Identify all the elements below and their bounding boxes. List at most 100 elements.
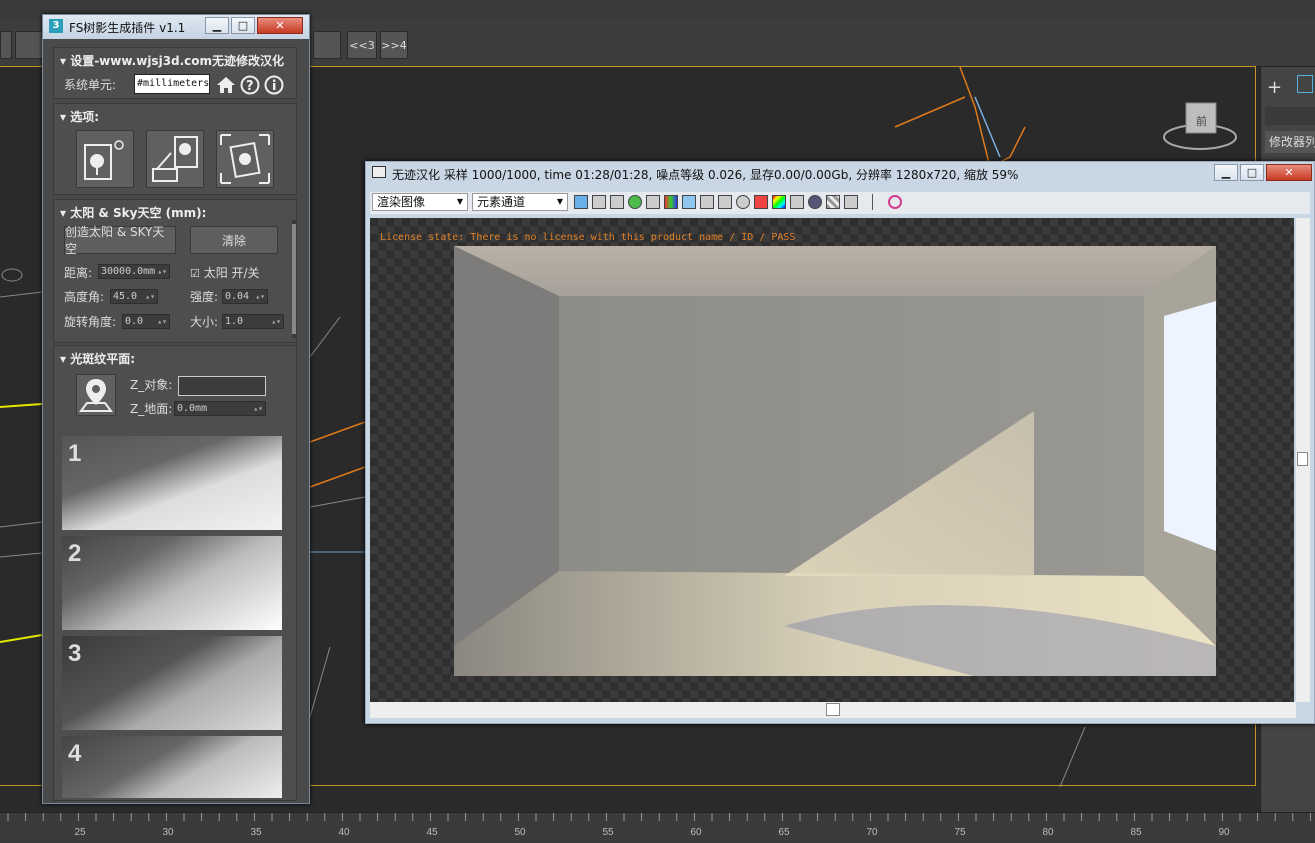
distance-spinner[interactable]: 30000.0mm ▴▾ [98,264,170,279]
rotation-spinner[interactable]: 0.0 ▴▾ [122,314,170,329]
unit-field[interactable]: #millimeters [134,74,210,94]
spinner-arrows-icon[interactable]: ▴▾ [271,315,281,328]
region-icon[interactable] [718,195,732,209]
render-window: 无迹汉化 采样 1000/1000, time 01:28/01:28, 噪点等… [365,161,1315,724]
ruler-tick-label: 55 [602,827,614,838]
minimize-icon[interactable]: ▁ [1214,164,1238,181]
rollout-scrollbar-thumb[interactable] [292,224,296,334]
clone-icon[interactable] [646,195,660,209]
shadow-thumbnail-4[interactable]: 4 [62,736,282,798]
caustics-header[interactable]: ▾ 光斑纹平面: [60,350,135,367]
pick-location-button[interactable] [76,374,116,416]
ruler-ticks [7,813,1311,821]
shadow-thumbnail-1[interactable]: 1 [62,436,282,530]
vertical-scrollbar[interactable] [1296,218,1310,702]
chevron-down-icon: ▼ [556,197,563,206]
channel-dropdown[interactable]: 渲染图像 ▼ [372,193,468,211]
minimize-icon[interactable]: ▁ [205,17,229,34]
rollout-scrollbar[interactable] [292,220,296,338]
options-header[interactable]: ▾ 选项: [60,108,99,125]
intensity-label: 强度: [190,290,219,304]
nav-next-button[interactable]: >>4 [380,31,408,59]
vertical-scroll-thumb[interactable] [1297,452,1308,466]
sun-toggle[interactable]: ☑ 太阳 开/关 [190,264,260,281]
close-icon[interactable]: ✕ [257,17,303,34]
save-all-icon[interactable] [592,195,606,209]
info-icon[interactable] [264,75,284,95]
host-toolbar-button[interactable] [313,31,341,59]
render-canvas[interactable]: License state: There is no license with … [370,218,1294,702]
spinner-arrows-icon[interactable]: ▴▾ [253,402,263,415]
checkbox-checked-icon[interactable]: ☑ [190,267,200,280]
spinner-arrows-icon[interactable]: ▴▾ [157,265,167,278]
altitude-label: 高度角: [64,290,105,304]
chevron-down-icon: ▼ [456,197,463,206]
create-sun-sky-button[interactable]: 创造太阳 & SKY天空 [64,225,176,256]
tree-sun-button[interactable] [76,130,134,188]
rgb-channels-icon[interactable] [664,195,678,209]
maximize-icon[interactable]: □ [1240,164,1264,181]
copy-icon[interactable] [610,195,624,209]
size-spinner[interactable]: 1.0 ▴▾ [222,314,284,329]
horizontal-scroll-thumb[interactable] [826,703,840,716]
caustic-plane-rollout: ▾ 光斑纹平面: Z_对象: Z_地面: 0.0mm ▴▾ 1 2 3 4 [53,345,297,801]
alpha-checker-icon[interactable] [826,195,840,209]
ruler-tick-label: 30 [162,827,174,838]
help-icon[interactable]: ? [240,75,260,95]
lock-icon[interactable] [844,195,858,209]
modifier-list-dropdown[interactable]: 修改器列 [1265,131,1315,153]
shadow-thumbnail-3[interactable]: 3 [62,636,282,730]
ruler-tick-label: 75 [954,827,966,838]
refresh-green-icon[interactable] [628,195,642,209]
z-object-picker[interactable] [178,376,266,396]
settings-header[interactable]: ▾ 设置-www.wjsj3d.com无迹修改汉化 [60,52,284,69]
timeline-ruler[interactable]: 25 30 35 40 45 50 55 60 65 70 75 80 85 9… [0,812,1315,843]
shadow-thumbnail-2[interactable]: 2 [62,536,282,630]
ruler-tick-label: 70 [866,827,878,838]
horizontal-scrollbar[interactable] [370,702,1296,718]
z-ground-spinner[interactable]: 0.0mm ▴▾ [174,401,266,416]
spinner-arrows-icon[interactable]: ▴▾ [255,290,265,303]
render-toolbar: 渲染图像 ▼ 元素通道 ▼ [370,192,1310,214]
render-titlebar[interactable]: 无迹汉化 采样 1000/1000, time 01:28/01:28, 噪点等… [366,162,1314,184]
target-icon[interactable] [736,195,750,209]
nav-prev-button[interactable]: <<3 [347,31,377,59]
plugin-titlebar[interactable]: 3 FS树影生成插件 v1.1 ▁ □ ✕ [43,15,309,39]
altitude-value: 45.0 [113,291,138,302]
host-toolbar-button[interactable] [15,31,43,59]
intensity-spinner[interactable]: 0.04 ▴▾ [222,289,268,304]
close-icon[interactable]: ✕ [1266,164,1312,181]
clear-button[interactable]: 清除 [190,226,278,254]
crop-icon[interactable] [754,195,768,209]
expand-tree-button[interactable] [216,130,274,188]
maximize-icon[interactable]: □ [231,17,255,34]
create-tab-icon[interactable]: + [1267,77,1282,98]
zoom-icon[interactable] [790,195,804,209]
color-correct-icon[interactable] [772,195,786,209]
ruler-tick-label: 40 [338,827,350,838]
ruler-tick-label: 35 [250,827,262,838]
element-dropdown[interactable]: 元素通道 ▼ [472,193,568,211]
host-toolbar-button[interactable] [0,31,12,59]
save-image-icon[interactable] [574,195,588,209]
sun-header[interactable]: ▾ 太阳 & Sky天空 (mm): [60,204,206,221]
modify-tab-icon[interactable] [1297,75,1313,93]
distance-value: 30000.0mm [101,266,156,277]
rerender-icon[interactable] [888,195,902,209]
spinner-arrows-icon[interactable]: ▴▾ [157,315,167,328]
spinner-arrows-icon[interactable]: ▴▾ [145,290,155,303]
render-title: 无迹汉化 采样 1000/1000, time 01:28/01:28, 噪点等… [392,168,1019,182]
altitude-spinner[interactable]: 45.0 ▴▾ [110,289,158,304]
z-ground-label: Z_地面: [130,402,173,416]
db-icon[interactable] [808,195,822,209]
object-name-field[interactable] [1265,107,1315,125]
fit-icon[interactable] [700,195,714,209]
thumbnail-number: 2 [68,540,82,567]
export-tree-button[interactable] [146,130,204,188]
home-icon[interactable] [216,75,236,95]
ruler-tick-label: 80 [1042,827,1054,838]
pause-icon[interactable] [682,195,696,209]
options-rollout: ▾ 选项: [53,103,297,195]
plugin-title: FS树影生成插件 v1.1 [69,21,186,35]
license-warning: License state: There is no license with … [380,232,796,243]
